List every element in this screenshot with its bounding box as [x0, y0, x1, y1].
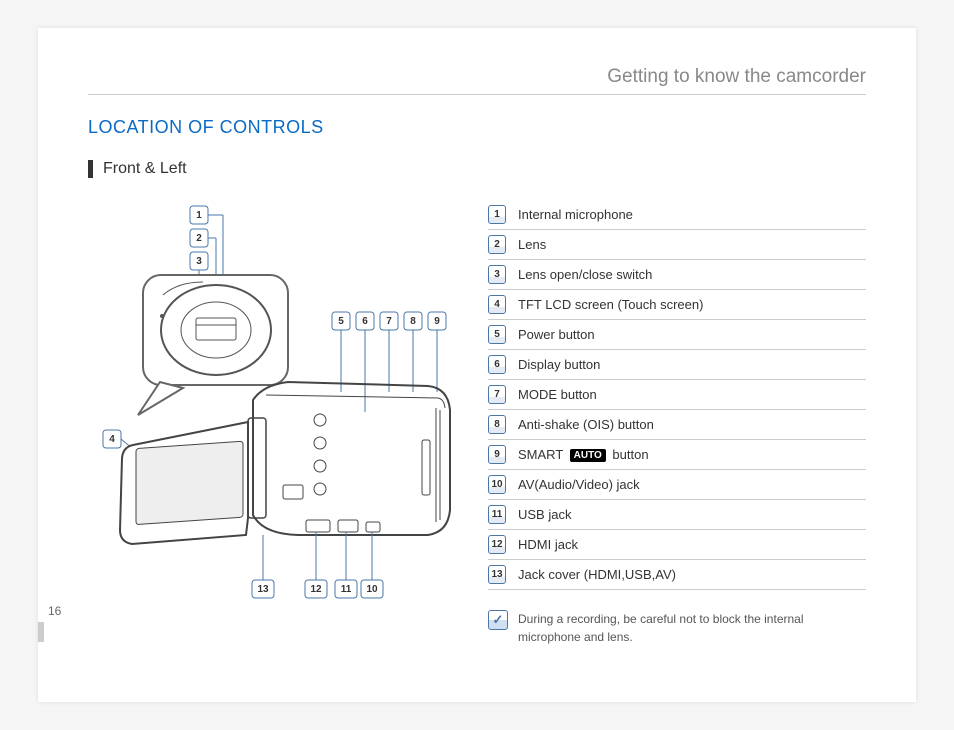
chapter-title: Getting to know the camcorder [88, 66, 866, 95]
callout-10: 10 [366, 584, 378, 595]
legend-row: 6 Display button [488, 350, 866, 380]
legend-label: AV(Audio/Video) jack [518, 477, 640, 492]
legend-label: Power button [518, 327, 595, 342]
legend-label: HDMI jack [518, 537, 578, 552]
legend-label: TFT LCD screen (Touch screen) [518, 297, 703, 312]
legend-num: 8 [488, 415, 506, 434]
legend-label: SMART AUTO button [518, 447, 649, 462]
callout-1: 1 [196, 210, 202, 221]
callout-9: 9 [434, 316, 440, 327]
camcorder-diagram: 1 2 3 [88, 200, 468, 646]
legend-row: 3 Lens open/close switch [488, 260, 866, 290]
legend-num: 1 [488, 205, 506, 224]
legend-num: 11 [488, 505, 506, 524]
legend-row: 8 Anti-shake (OIS) button [488, 410, 866, 440]
legend-num: 12 [488, 535, 506, 554]
lens-inset [138, 275, 288, 415]
auto-badge: AUTO [570, 449, 606, 462]
legend-label: Lens [518, 237, 546, 252]
legend-row: 7 MODE button [488, 380, 866, 410]
legend-row: 10 AV(Audio/Video) jack [488, 470, 866, 500]
legend-label: Jack cover (HDMI,USB,AV) [518, 567, 676, 582]
callout-7: 7 [386, 316, 392, 327]
callout-11: 11 [341, 584, 352, 595]
legend-num: 10 [488, 475, 506, 494]
callout-2: 2 [196, 233, 202, 244]
subheading: Front & Left [88, 160, 866, 178]
camcorder-body [120, 382, 450, 544]
legend-row: 9 SMART AUTO button [488, 440, 866, 470]
callout-4: 4 [109, 434, 115, 445]
legend-row: 13 Jack cover (HDMI,USB,AV) [488, 560, 866, 590]
callout-8: 8 [410, 316, 416, 327]
legend-row: 12 HDMI jack [488, 530, 866, 560]
legend-num: 13 [488, 565, 506, 584]
callout-3: 3 [196, 256, 202, 267]
legend-label: Lens open/close switch [518, 267, 652, 282]
note-text: During a recording, be careful not to bl… [518, 610, 866, 646]
legend-label: USB jack [518, 507, 571, 522]
manual-page: Getting to know the camcorder LOCATION O… [38, 28, 916, 702]
legend-label: Anti-shake (OIS) button [518, 417, 654, 432]
legend-num: 3 [488, 265, 506, 284]
legend-num: 2 [488, 235, 506, 254]
legend-num: 9 [488, 445, 506, 464]
note-icon: ✓ [488, 610, 508, 630]
legend-label: MODE button [518, 387, 597, 402]
page-number: 16 [44, 600, 65, 622]
legend-table: 1 Internal microphone 2 Lens 3 Lens open/cl… [488, 200, 866, 646]
content-row: 1 2 3 [88, 200, 866, 646]
page-number-bar [38, 622, 44, 642]
callout-6: 6 [362, 316, 368, 327]
legend-row: 5 Power button [488, 320, 866, 350]
legend-row: 2 Lens [488, 230, 866, 260]
callout-5: 5 [338, 316, 344, 327]
note: ✓ During a recording, be careful not to … [488, 610, 866, 646]
legend-num: 6 [488, 355, 506, 374]
callout-13: 13 [257, 584, 269, 595]
legend-row: 1 Internal microphone [488, 200, 866, 230]
legend-row: 11 USB jack [488, 500, 866, 530]
legend-row: 4 TFT LCD screen (Touch screen) [488, 290, 866, 320]
legend-label: Display button [518, 357, 600, 372]
legend-label: Internal microphone [518, 207, 633, 222]
legend-num: 7 [488, 385, 506, 404]
legend-num: 5 [488, 325, 506, 344]
legend-num: 4 [488, 295, 506, 314]
callout-12: 12 [310, 584, 322, 595]
section-title: LOCATION OF CONTROLS [88, 117, 866, 138]
